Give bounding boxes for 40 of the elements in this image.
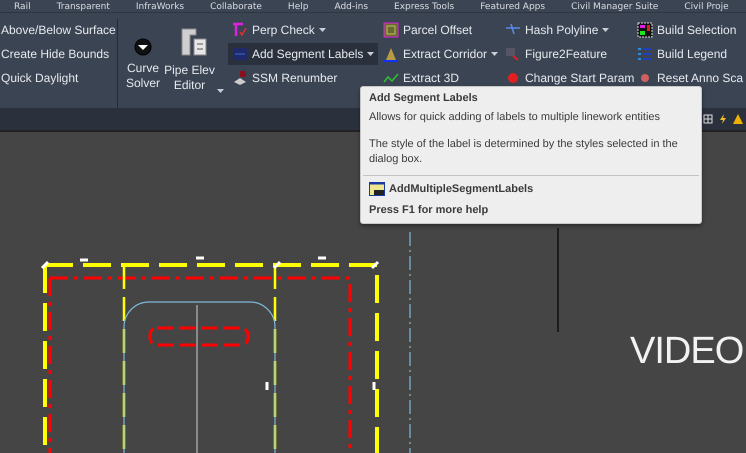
canvas-text: VIDEO (630, 330, 744, 373)
marker-icon (505, 70, 521, 86)
command-window-icon (369, 182, 385, 196)
ribbon-command[interactable]: Hash Polyline (501, 19, 614, 41)
lightning-icon[interactable] (717, 113, 729, 125)
ribbon-command[interactable]: Above/Below Surface (0, 19, 116, 41)
warning-icon[interactable] (732, 113, 744, 125)
ribbon-command[interactable]: Extract 3D (379, 67, 464, 89)
ribbon-large-button[interactable]: Pipe Elev Editor (164, 19, 224, 99)
legend-icon (637, 46, 653, 62)
parcel-icon (383, 22, 399, 38)
tooltip-title: Add Segment Labels (369, 92, 479, 104)
ribbon-command[interactable]: Extract Corridor (379, 43, 502, 65)
ribbon-command[interactable]: Add Segment Labels (228, 43, 378, 65)
ribbon-command[interactable]: Create Hide Bounds (0, 43, 110, 65)
menu-item[interactable]: Express Tools (394, 2, 454, 12)
ribbon-command[interactable]: Figure2Feature (501, 43, 612, 65)
menu-item[interactable]: InfraWorks (136, 2, 184, 12)
menu-item[interactable]: Civil Proje (684, 2, 729, 12)
help-hint: Press F1 for more help (369, 204, 488, 216)
ribbon-command[interactable]: SSM Renumber (228, 67, 342, 89)
menu-item[interactable]: Help (288, 2, 308, 12)
ribbon-command[interactable]: Parcel Offset (379, 19, 476, 41)
tooltip-description: Allows for quick adding of labels to multiple linework entities (369, 110, 662, 125)
menu-item[interactable]: Featured Apps (480, 2, 546, 12)
grid-icon[interactable] (702, 113, 714, 125)
menu-item[interactable]: Transparent (56, 2, 110, 12)
ribbon-large-button[interactable]: Curve Solver (122, 31, 164, 97)
ribbon-command[interactable]: Quick Daylight (0, 67, 78, 89)
selection-icon (637, 22, 653, 38)
ribbon-command[interactable]: Build Selection (633, 19, 740, 41)
menu-item[interactable]: Collaborate (210, 2, 262, 12)
tooltip-details: The style of the label is determined by the styles selected in the dialog box. (369, 137, 679, 167)
ribbon-command[interactable]: Perp Check (228, 19, 330, 41)
menu-item[interactable]: Civil Manager Suite (571, 2, 658, 12)
menu-item[interactable]: Add-ins (334, 2, 368, 12)
command-name: AddMultipleSegmentLabels (389, 183, 534, 195)
gauge-icon (133, 37, 153, 57)
ribbon-command[interactable]: Build Legend (633, 43, 732, 65)
menu-item[interactable]: Rail (14, 2, 31, 12)
